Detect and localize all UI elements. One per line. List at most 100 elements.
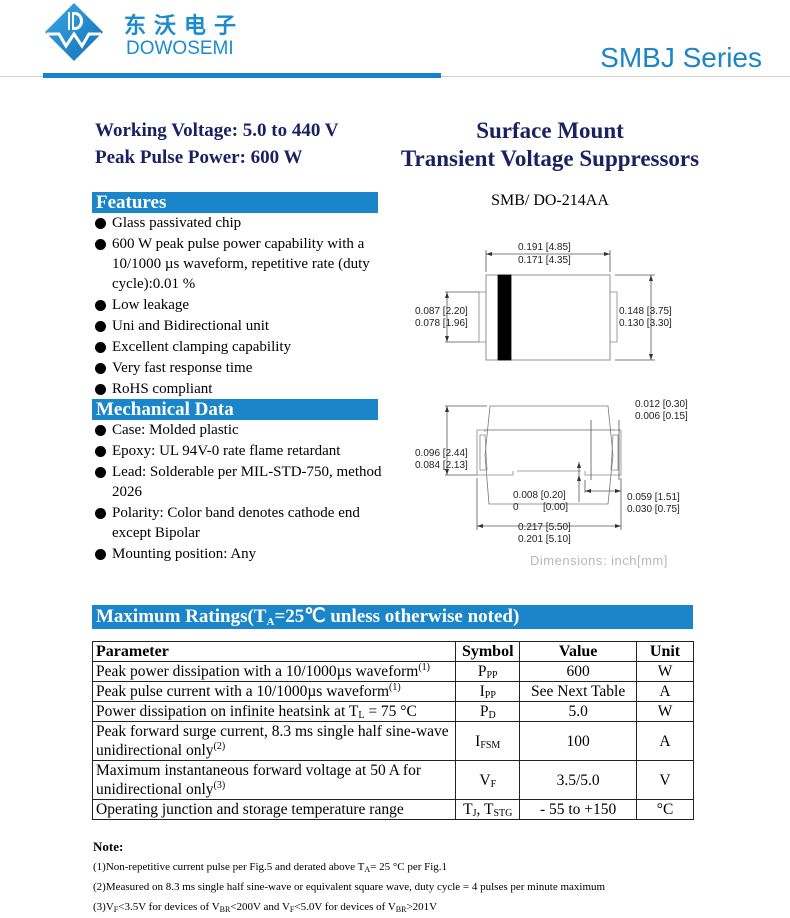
cell-unit: A: [636, 721, 694, 761]
list-item: Polarity: Color band denotes cathode end…: [95, 503, 385, 543]
table-row: Maximum instantaneous forward voltage at…: [91, 760, 694, 800]
note-3: (3)VF<3.5V for devices of VBR<200V and V…: [93, 901, 438, 914]
list-item: Uni and Bidirectional unit: [95, 316, 385, 336]
bullet-icon: [95, 467, 106, 478]
bullet-icon: [95, 300, 106, 311]
cell-value: - 55 to +150: [519, 799, 638, 820]
features-list: Glass passivated chip 600 W peak pulse p…: [95, 213, 385, 400]
cell-parameter: Peak forward surge current, 8.3 ms singl…: [91, 721, 457, 761]
column-header-symbol: Symbol: [455, 641, 521, 662]
table-row: Power dissipation on infinite heatsink a…: [91, 701, 694, 722]
dim-lead-len-max: 0.059 [1.51]: [627, 492, 680, 503]
dim-lead-thk-max: 0.012 [0.30]: [635, 399, 688, 410]
bullet-icon: [95, 239, 106, 250]
mechanical-data-list: Case: Molded plastic Epoxy: UL 94V-0 rat…: [95, 420, 385, 565]
notes-title: Note:: [93, 839, 124, 854]
working-voltage-spec: Working Voltage: 5.0 to 440 V: [95, 120, 339, 141]
header-accent-bar: [43, 73, 441, 78]
dim-total-max: 0.217 [5.50]: [518, 522, 571, 533]
dim-top-width-max: 0.191 [4.85]: [518, 242, 571, 253]
cell-unit: W: [636, 661, 694, 682]
note-2: (2)Measured on 8.3 ms single half sine-w…: [93, 881, 606, 893]
maximum-ratings-table: Parameter Symbol Value Unit Peak power d…: [91, 641, 694, 820]
dim-standoff-min-in: 0: [513, 502, 519, 513]
dim-lead-min: 0.078 [1.96]: [415, 318, 468, 329]
dim-lead-max: 0.087 [2.20]: [415, 306, 468, 317]
dim-height-max: 0.148 [3.75]: [619, 306, 672, 317]
cell-unit: W: [636, 701, 694, 722]
maximum-ratings-heading: Maximum Ratings(TA=25℃ unless otherwise …: [92, 605, 693, 629]
series-title: SMBJ Series: [600, 42, 762, 73]
cell-symbol: IFSM: [455, 721, 521, 761]
cell-value: See Next Table: [519, 681, 638, 702]
package-name: SMB/ DO-214AA: [491, 192, 609, 209]
bullet-icon: [95, 446, 106, 457]
product-title-line2: Transient Voltage Suppressors: [400, 146, 700, 171]
product-title-line1: Surface Mount: [476, 118, 624, 143]
dim-standoff-min-mm: [0.00]: [543, 502, 568, 513]
dim-lead-len-min: 0.030 [0.75]: [627, 504, 680, 515]
bullet-icon: [95, 321, 106, 332]
cell-unit: °C: [636, 799, 694, 820]
list-item: 600 W peak pulse power capability with a…: [95, 234, 385, 294]
features-heading: Features: [92, 192, 378, 213]
cell-parameter: Maximum instantaneous forward voltage at…: [91, 760, 457, 800]
list-item: Low leakage: [95, 295, 385, 315]
table-row: Operating junction and storage temperatu…: [91, 799, 694, 820]
bullet-icon: [95, 549, 106, 560]
cell-symbol: VF: [455, 760, 521, 800]
list-item: RoHS compliant: [95, 379, 385, 399]
dimensions-units-note: Dimensions: inch[mm]: [530, 553, 668, 568]
dim-total-min: 0.201 [5.10]: [518, 534, 571, 545]
column-header-unit: Unit: [636, 641, 694, 662]
table-row: Peak power dissipation with a 10/1000µs …: [91, 661, 694, 682]
cell-unit: V: [636, 760, 694, 800]
dim-body-h-max: 0.096 [2.44]: [415, 448, 468, 459]
dim-lead-thk-min: 0.006 [0.15]: [635, 411, 688, 422]
bullet-icon: [95, 508, 106, 519]
cell-value: 3.5/5.0: [519, 760, 638, 800]
dim-height-min: 0.130 [3.30]: [619, 318, 672, 329]
list-item: Glass passivated chip: [95, 213, 385, 233]
note-1: (1)Non-repetitive current pulse per Fig.…: [93, 861, 448, 874]
bullet-icon: [95, 363, 106, 374]
brand-name-english: DOWOSEMI: [126, 38, 234, 59]
dim-standoff-max: 0.008 [0.20]: [513, 490, 566, 501]
cell-symbol: IPP: [455, 681, 521, 702]
list-item: Excellent clamping capability: [95, 337, 385, 357]
dim-body-h-min: 0.084 [2.13]: [415, 460, 468, 471]
cell-parameter: Operating junction and storage temperatu…: [91, 799, 457, 820]
bullet-icon: [95, 425, 106, 436]
package-outline-drawing: 0.191 [4.85] 0.171 [4.35] 0.087 [2.20] 0…: [405, 230, 695, 575]
dw-diamond-logo-icon: [44, 2, 104, 62]
notes-section: Note: (1)Non-repetitive current pulse pe…: [93, 839, 605, 917]
cell-value: 100: [519, 721, 638, 761]
peak-pulse-power-spec: Peak Pulse Power: 600 W: [95, 147, 303, 168]
column-header-value: Value: [519, 641, 638, 662]
list-item: Case: Molded plastic: [95, 420, 385, 440]
list-item: Mounting position: Any: [95, 544, 385, 564]
cathode-band: [497, 274, 512, 361]
cell-symbol: PD: [455, 701, 521, 722]
bullet-icon: [95, 384, 106, 395]
cell-symbol: TJ, TSTG: [455, 799, 521, 820]
cell-parameter: Power dissipation on infinite heatsink a…: [91, 701, 457, 722]
bullet-icon: [95, 218, 106, 229]
cell-unit: A: [636, 681, 694, 702]
bullet-icon: [95, 342, 106, 353]
list-item: Lead: Solderable per MIL-STD-750, method…: [95, 462, 385, 502]
cell-parameter: Peak pulse current with a 10/1000µs wave…: [91, 681, 457, 702]
list-item: Very fast response time: [95, 358, 385, 378]
mechanical-data-heading: Mechanical Data: [92, 399, 378, 420]
table-header-row: Parameter Symbol Value Unit: [91, 641, 694, 662]
cell-symbol: PPP: [455, 661, 521, 682]
brand-name-chinese: 东沃电子: [124, 13, 245, 39]
column-header-parameter: Parameter: [91, 641, 457, 662]
table-row: Peak pulse current with a 10/1000µs wave…: [91, 681, 694, 702]
list-item: Epoxy: UL 94V-0 rate flame retardant: [95, 441, 385, 461]
cell-value: 5.0: [519, 701, 638, 722]
dim-top-width-min: 0.171 [4.35]: [518, 255, 571, 266]
table-row: Peak forward surge current, 8.3 ms singl…: [91, 721, 694, 761]
cell-parameter: Peak power dissipation with a 10/1000µs …: [91, 661, 457, 682]
cell-value: 600: [519, 661, 638, 682]
